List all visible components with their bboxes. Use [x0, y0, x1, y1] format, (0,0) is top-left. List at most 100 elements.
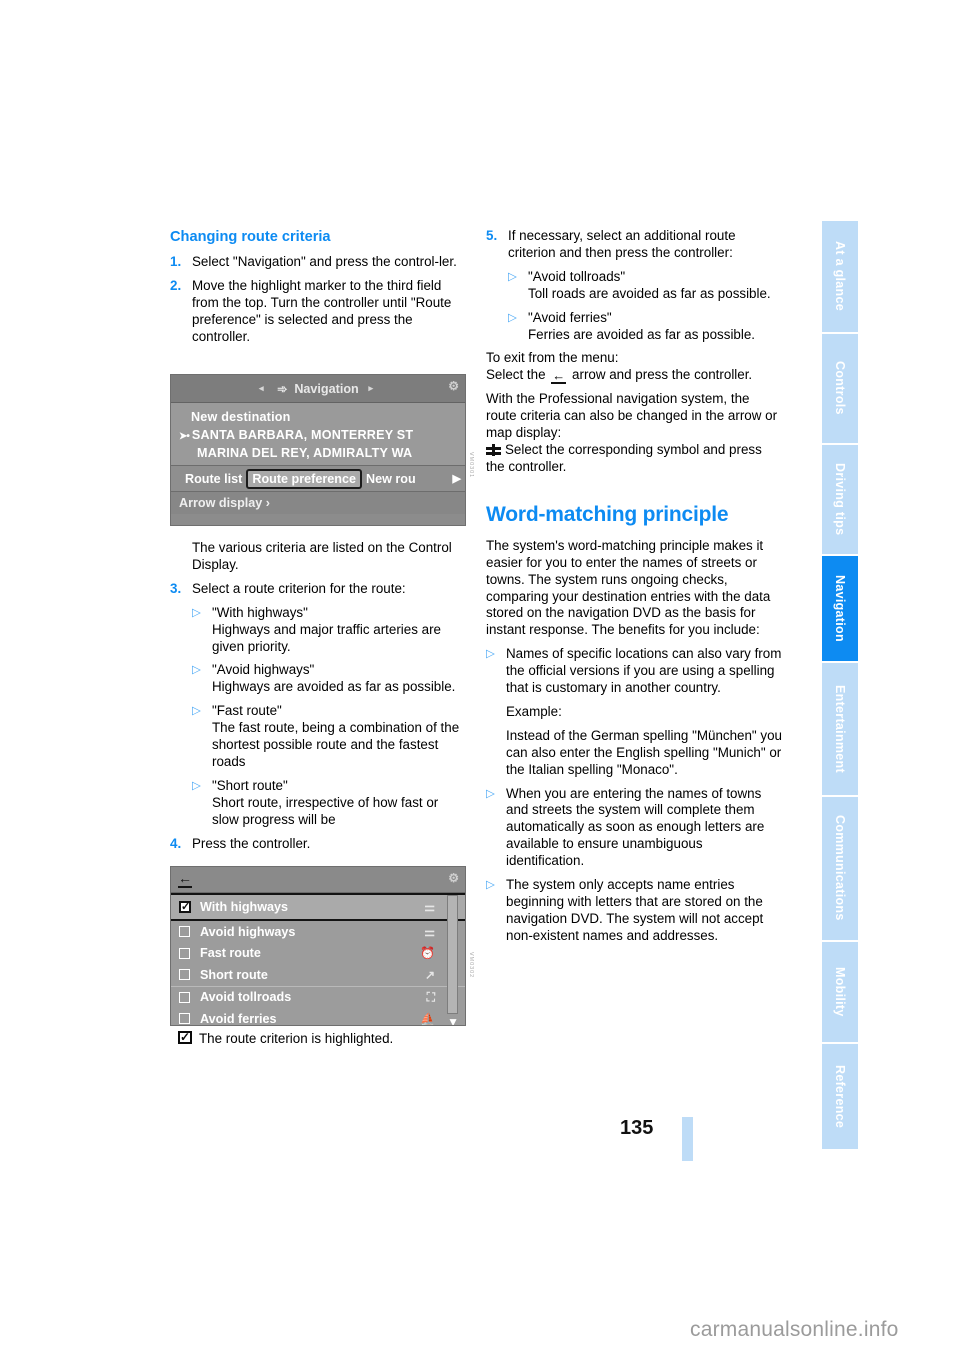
step-text: Move the highlight marker to the third f… [192, 277, 452, 344]
criteria-row-avoid-highways[interactable]: Avoid highways ⚌ [171, 921, 465, 943]
benefit-item-1: ▷ Names of specific locations can also v… [486, 646, 782, 778]
criterion-title: "With highways" [212, 604, 308, 620]
benefit-body: Names of specific locations can also var… [506, 646, 782, 778]
criterion-item-avoid-tollroads: ▷ "Avoid tollroads" Toll roads are avoid… [486, 269, 782, 303]
checkbox-icon[interactable] [179, 926, 190, 938]
expand-icon[interactable]: ⚙ [448, 379, 459, 393]
checkbox-icon[interactable] [179, 969, 190, 981]
chevron-right-icon[interactable]: ▸ [368, 383, 373, 394]
destination-text: SANTA BARBARA, MONTERREY ST [191, 428, 414, 442]
criterion-body: "Fast route" The fast route, being a com… [212, 703, 466, 771]
highlight-note-text: The route criterion is highlighted. [199, 1031, 394, 1046]
nav-list-item-new-destination[interactable]: New destination [171, 408, 465, 426]
new-route-button[interactable]: New rou [362, 470, 420, 488]
step-text: Select a route criterion for the route: [192, 580, 406, 596]
sidebar-tab-driving-tips[interactable]: Driving tips [822, 444, 858, 554]
expand-icon[interactable]: ⚙ [448, 871, 459, 885]
criterion-body: "With highways" Highways and major traff… [212, 605, 466, 656]
left-column-middle: The various criteria are listed on the C… [170, 540, 466, 860]
highway-icon: ⚌ [424, 900, 435, 914]
route-preference-button[interactable]: Route preference [246, 468, 362, 489]
figure-code-bottom: VM0302 [468, 952, 474, 979]
criterion-body: "Avoid ferries" Ferries are avoided as f… [528, 310, 782, 344]
navigation-pin-icon: ➾ [277, 381, 288, 396]
criteria-row-short-route[interactable]: Short route ↗ [171, 964, 465, 986]
criteria-row-with-highways[interactable]: ✓ With highways ⚌ [171, 893, 465, 921]
back-arrow-icon[interactable]: ← [178, 871, 192, 888]
sidebar-tab-label: Driving tips [833, 462, 847, 536]
sidebar-tab-controls[interactable]: Controls [822, 333, 858, 443]
criterion-title: "Avoid ferries" [528, 309, 612, 325]
sidebar-tab-mobility[interactable]: Mobility [822, 941, 858, 1042]
destination-arrow-icon: ➤• [179, 431, 190, 442]
criterion-item-short-route: ▷ "Short route" Short route, irrespectiv… [170, 778, 466, 829]
manual-page: At a glance Controls Driving tips Naviga… [0, 0, 960, 1358]
criteria-row-label: Avoid ferries [200, 1011, 277, 1026]
sidebar-tab-label: Communications [833, 815, 847, 922]
checkbox-icon[interactable] [179, 947, 190, 959]
sidebar-tab-at-a-glance[interactable]: At a glance [822, 221, 858, 332]
criterion-desc: Toll roads are avoided as far as possibl… [528, 285, 771, 301]
navigation-screen-image: ◂ ➾ Navigation ▸ ⚙ New destination ➤• SAN… [170, 374, 466, 526]
sidebar-tab-label: Controls [833, 361, 847, 416]
criterion-desc: The fast route, being a combination of t… [212, 720, 460, 769]
criteria-row-avoid-tollroads[interactable]: Avoid tollroads ⛶ [171, 985, 465, 1009]
step-number: 2. [170, 277, 182, 293]
scroll-right-icon[interactable]: ▶ [453, 472, 461, 485]
benefit-text: The system only accepts name entries beg… [506, 877, 764, 943]
tollroad-icon: ⛶ [426, 989, 435, 1004]
triangle-bullet-icon: ▷ [486, 879, 495, 892]
sidebar-tab-navigation[interactable]: Navigation [822, 555, 858, 661]
chevron-left-icon[interactable]: ◂ [259, 383, 264, 394]
criteria-intro-text: The various criteria are listed on the C… [192, 540, 452, 572]
criteria-scrollbar[interactable] [447, 895, 458, 1014]
page-number-bar [682, 1117, 693, 1161]
checked-checkbox-icon[interactable]: ✓ [179, 901, 191, 913]
watermark: carmanualsonline.info [690, 1318, 899, 1341]
checkbox-icon[interactable] [179, 991, 190, 1003]
nav-list-item-destination-2[interactable]: MARINA DEL REY, ADMIRALTY WA [171, 444, 465, 462]
step-5: 5. If necessary, select an additional ro… [486, 228, 782, 262]
triangle-bullet-icon: ▷ [486, 648, 495, 661]
criteria-row-label: Short route [200, 967, 268, 982]
benefit-text: When you are entering the names of towns… [506, 785, 765, 869]
step-4: 4. Press the controller. [170, 836, 466, 853]
exit-menu-intro: To exit from the menu: [486, 350, 619, 366]
chapter-tabs-sidebar: At a glance Controls Driving tips Naviga… [822, 221, 858, 1151]
criteria-row-avoid-ferries[interactable]: Avoid ferries ⛵ [171, 1008, 465, 1026]
benefit-item-2: ▷ When you are entering the names of tow… [486, 786, 782, 871]
triangle-bullet-icon: ▷ [192, 705, 201, 718]
triangle-bullet-icon: ▷ [508, 270, 517, 283]
criteria-row-label: Avoid tollroads [200, 990, 292, 1005]
criterion-desc: Short route, irrespective of how fast or… [212, 794, 439, 827]
clock-icon: ⏰ [420, 946, 435, 961]
step-text: If necessary, select an additional route… [508, 228, 736, 260]
example-label: Example: [506, 703, 562, 719]
symbol-instruction-text: Select the corresponding symbol and pres… [486, 441, 762, 474]
criteria-row-fast-route[interactable]: Fast route ⏰ [171, 943, 465, 965]
route-criteria-screen-image: ← ⚙ ✓ With highways ⚌ Avoid highways ⚌ F… [170, 866, 466, 1026]
example-text: Instead of the German spelling "München"… [506, 727, 782, 777]
nav-list-item-destination-1[interactable]: ➤• SANTA BARBARA, MONTERREY ST [171, 426, 465, 444]
step-number: 1. [170, 254, 182, 269]
checked-checkbox-icon: ✓ [178, 1030, 192, 1044]
professional-nav-text: With the Professional navigation system,… [486, 391, 778, 441]
criterion-item-avoid-highways: ▷ "Avoid highways" Highways are avoided … [170, 662, 466, 696]
criterion-body: "Avoid highways" Highways are avoided as… [212, 662, 466, 696]
scroll-down-icon[interactable]: ▼ [447, 1015, 459, 1026]
sidebar-tab-label: Reference [833, 1064, 847, 1128]
sidebar-tab-reference[interactable]: Reference [822, 1043, 858, 1149]
route-list-button[interactable]: Route list [181, 470, 246, 488]
criterion-title: "Fast route" [212, 703, 282, 719]
sidebar-tab-entertainment[interactable]: Entertainment [822, 662, 858, 795]
word-matching-heading: Word-matching principle [486, 502, 729, 526]
nav-screen-titlebar: ◂ ➾ Navigation ▸ ⚙ [171, 375, 465, 403]
sidebar-tab-label: At a glance [833, 241, 847, 312]
step-2: 2. Move the highlight marker to the thir… [170, 278, 466, 346]
nav-screen-button-row: Route list Route preference New rou ▶ [171, 465, 465, 491]
exit-text-before: Select the [486, 367, 546, 383]
checkbox-icon[interactable] [179, 1013, 190, 1025]
triangle-bullet-icon: ▷ [486, 787, 495, 800]
arrow-display-item[interactable]: Arrow display › [171, 491, 465, 514]
sidebar-tab-communications[interactable]: Communications [822, 796, 858, 940]
